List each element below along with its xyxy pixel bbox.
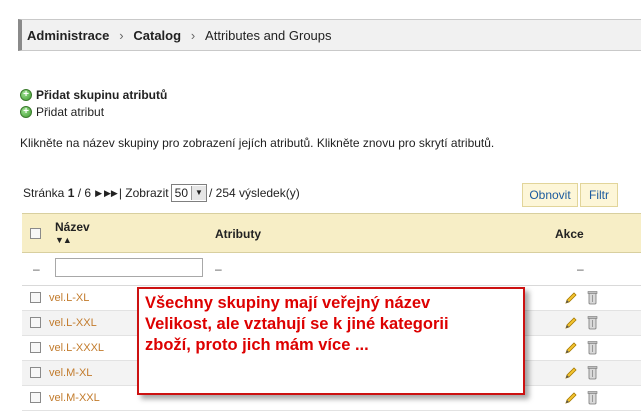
column-name-header[interactable]: Název: [55, 220, 90, 234]
add-attribute-label[interactable]: Přidat atribut: [36, 105, 104, 119]
group-name-link[interactable]: vel.M-XXL: [49, 392, 100, 404]
row-checkbox[interactable]: [30, 317, 41, 328]
name-filter-input[interactable]: [55, 258, 203, 277]
column-attributes-header: Atributy: [215, 227, 261, 241]
edit-pencil-icon[interactable]: [564, 341, 578, 355]
row-checkbox[interactable]: [30, 292, 41, 303]
filter-button[interactable]: Filtr: [580, 183, 618, 207]
breadcrumb-item-administrace[interactable]: Administrace: [27, 28, 109, 43]
group-name-link[interactable]: vel.M-XL: [49, 367, 92, 379]
page-total: / 6: [77, 186, 92, 200]
show-label: | Zobrazit: [118, 186, 169, 200]
dropdown-arrow-icon[interactable]: ▼: [191, 186, 207, 200]
edit-pencil-icon[interactable]: [564, 391, 578, 405]
results-count: / 254 výsledek(y): [209, 186, 300, 200]
sort-arrows-icon[interactable]: ▼▲: [55, 235, 72, 245]
info-text: Klikněte na název skupiny pro zobrazení …: [20, 136, 495, 150]
annotation-line: Všechny skupiny mají veřejný název: [145, 294, 431, 312]
chevron-right-icon: ›: [119, 27, 124, 43]
breadcrumb: Administrace › Catalog › Attributes and …: [18, 19, 641, 51]
trash-icon[interactable]: [587, 390, 598, 405]
edit-pencil-icon[interactable]: [564, 316, 578, 330]
trash-icon[interactable]: [587, 340, 598, 355]
row-checkbox[interactable]: [30, 342, 41, 353]
breadcrumb-item-catalog[interactable]: Catalog: [133, 28, 181, 43]
add-group-link[interactable]: + Přidat skupinu atributů: [20, 88, 167, 102]
next-page-icon[interactable]: ▶: [95, 188, 102, 199]
row-checkbox[interactable]: [30, 392, 41, 403]
last-page-icon[interactable]: ▶▶: [104, 188, 118, 199]
filter-row: – – –: [22, 253, 641, 286]
row-checkbox[interactable]: [30, 367, 41, 378]
annotation-line: zboží, proto jich mám více ...: [145, 336, 369, 354]
refresh-button[interactable]: Obnovit: [522, 183, 578, 207]
attributes-filter-placeholder: –: [215, 262, 222, 276]
column-actions-header: Akce: [555, 227, 584, 241]
trash-icon[interactable]: [587, 315, 598, 330]
trash-icon[interactable]: [587, 290, 598, 305]
annotation-callout: Všechny skupiny mají veřejný název Velik…: [137, 287, 525, 395]
select-all-checkbox[interactable]: [30, 228, 41, 239]
edit-pencil-icon[interactable]: [564, 366, 578, 380]
per-page-select[interactable]: 50 ▼: [170, 184, 208, 202]
filter-placeholder: –: [33, 262, 40, 276]
group-name-link[interactable]: vel.L-XXXL: [49, 342, 104, 354]
group-name-link[interactable]: vel.L-XXL: [49, 317, 97, 329]
edit-pencil-icon[interactable]: [564, 291, 578, 305]
trash-icon[interactable]: [587, 365, 598, 380]
annotation-line: Velikost, ale vztahují se k jiné kategor…: [145, 315, 449, 333]
chevron-right-icon: ›: [190, 27, 196, 43]
group-name-link[interactable]: vel.L-XL: [49, 292, 89, 304]
table-header: Název ▼▲ Atributy Akce: [22, 213, 641, 253]
actions-filter-placeholder: –: [577, 262, 584, 276]
page-current: 1: [67, 186, 75, 200]
breadcrumb-item-current: Attributes and Groups: [205, 27, 332, 43]
plus-circle-icon: +: [20, 89, 32, 101]
pager: Stránka 1 / 6 ▶ ▶▶ | Zobrazit 50 ▼ / 254…: [23, 184, 300, 202]
add-group-label[interactable]: Přidat skupinu atributů: [36, 88, 167, 102]
add-attribute-link[interactable]: + Přidat atribut: [20, 105, 104, 119]
plus-circle-icon: +: [20, 106, 32, 118]
page-label: Stránka: [23, 186, 65, 200]
per-page-value: 50: [174, 186, 189, 200]
